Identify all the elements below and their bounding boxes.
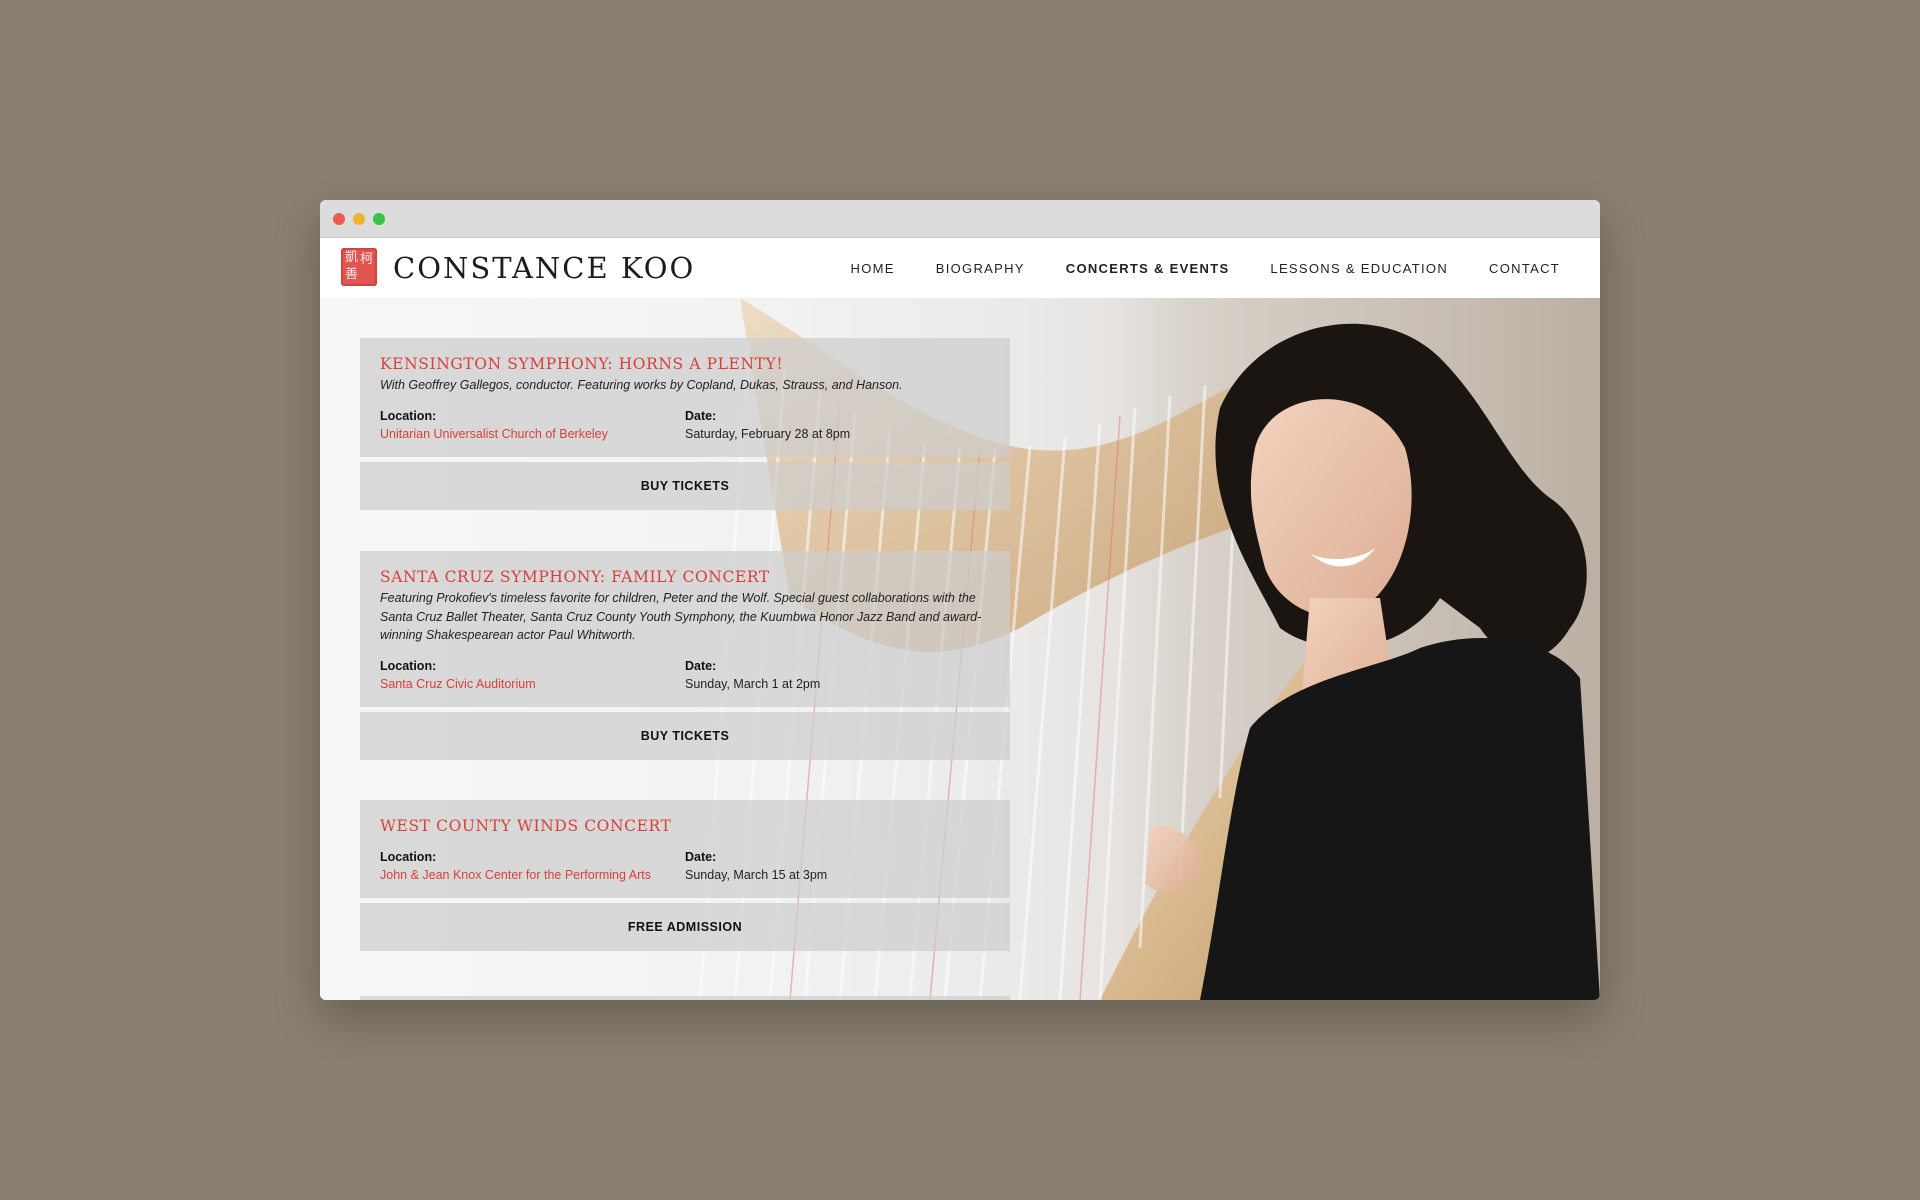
date-label: Date: — [685, 408, 717, 423]
event-location-link[interactable]: John & Jean Knox Center for the Performi… — [380, 866, 685, 884]
date-label: Date: — [685, 658, 717, 673]
zoom-window-button[interactable] — [373, 213, 385, 225]
event-title[interactable]: SANTA CRUZ SYMPHONY: FAMILY CONCERT — [380, 567, 990, 587]
event-card: SANTA CRUZ SYMPHONY: FAMILY CONCERT Feat… — [360, 551, 1010, 760]
minimize-window-button[interactable] — [353, 213, 365, 225]
event-meta: Location: Santa Cruz Civic Auditorium Da… — [380, 657, 990, 693]
event-date: Sunday, March 15 at 3pm — [685, 868, 828, 882]
location-label: Location: — [380, 408, 437, 423]
event-location-link[interactable]: Unitarian Universalist Church of Berkele… — [380, 425, 685, 443]
event-info: SANTA CRUZ SYMPHONY: FAMILY CONCERT Feat… — [360, 551, 1010, 707]
site-title[interactable]: CONSTANCE KOO — [393, 248, 695, 288]
seal-char: 凱 — [345, 250, 359, 265]
site-header: 凱 柯 善 CONSTANCE KOO HOME BIOGRAPHY CONCE… — [320, 238, 1600, 298]
buy-tickets-button[interactable]: BUY TICKETS — [360, 461, 1010, 510]
event-title[interactable]: KENSINGTON SYMPHONY: HORNS A PLENTY! — [380, 354, 990, 374]
nav-lessons-education[interactable]: LESSONS & EDUCATION — [1270, 261, 1448, 276]
seal-char: 善 — [345, 267, 359, 282]
browser-window: 凱 柯 善 CONSTANCE KOO HOME BIOGRAPHY CONCE… — [320, 200, 1600, 1000]
event-info: KENSINGTON SYMPHONY: HORNS A PLENTY! Wit… — [360, 338, 1010, 457]
nav-concerts-events[interactable]: CONCERTS & EVENTS — [1066, 261, 1230, 276]
event-info: WEST COUNTY WINDS CONCERT Location: John… — [360, 800, 1010, 898]
event-description: With Geoffrey Gallegos, conductor. Featu… — [380, 378, 903, 392]
main-nav: HOME BIOGRAPHY CONCERTS & EVENTS LESSONS… — [851, 238, 1560, 298]
close-window-button[interactable] — [333, 213, 345, 225]
next-event-card-partial — [360, 996, 1010, 1000]
event-card: WEST COUNTY WINDS CONCERT Location: John… — [360, 800, 1010, 951]
nav-contact[interactable]: CONTACT — [1489, 261, 1560, 276]
location-label: Location: — [380, 658, 437, 673]
event-location-link[interactable]: Santa Cruz Civic Auditorium — [380, 675, 685, 693]
location-label: Location: — [380, 850, 437, 864]
seal-char: 柯 — [360, 252, 374, 267]
events-page-content: KENSINGTON SYMPHONY: HORNS A PLENTY! Wit… — [320, 298, 1600, 1000]
buy-tickets-button[interactable]: BUY TICKETS — [360, 711, 1010, 760]
nav-biography[interactable]: BIOGRAPHY — [936, 261, 1025, 276]
event-card: KENSINGTON SYMPHONY: HORNS A PLENTY! Wit… — [360, 338, 1010, 510]
event-description: Featuring Prokofiev's timeless favorite … — [380, 591, 982, 642]
event-title[interactable]: WEST COUNTY WINDS CONCERT — [380, 816, 990, 836]
event-date: Saturday, February 28 at 8pm — [685, 426, 851, 441]
event-meta: Location: Unitarian Universalist Church … — [380, 407, 990, 443]
event-date: Sunday, March 1 at 2pm — [685, 676, 821, 691]
nav-home[interactable]: HOME — [851, 261, 895, 276]
window-titlebar — [320, 200, 1600, 238]
event-meta: Location: John & Jean Knox Center for th… — [380, 848, 990, 884]
chop-seal-logo-icon[interactable]: 凱 柯 善 — [341, 248, 377, 286]
free-admission-button[interactable]: FREE ADMISSION — [360, 903, 1010, 951]
date-label: Date: — [685, 850, 717, 864]
